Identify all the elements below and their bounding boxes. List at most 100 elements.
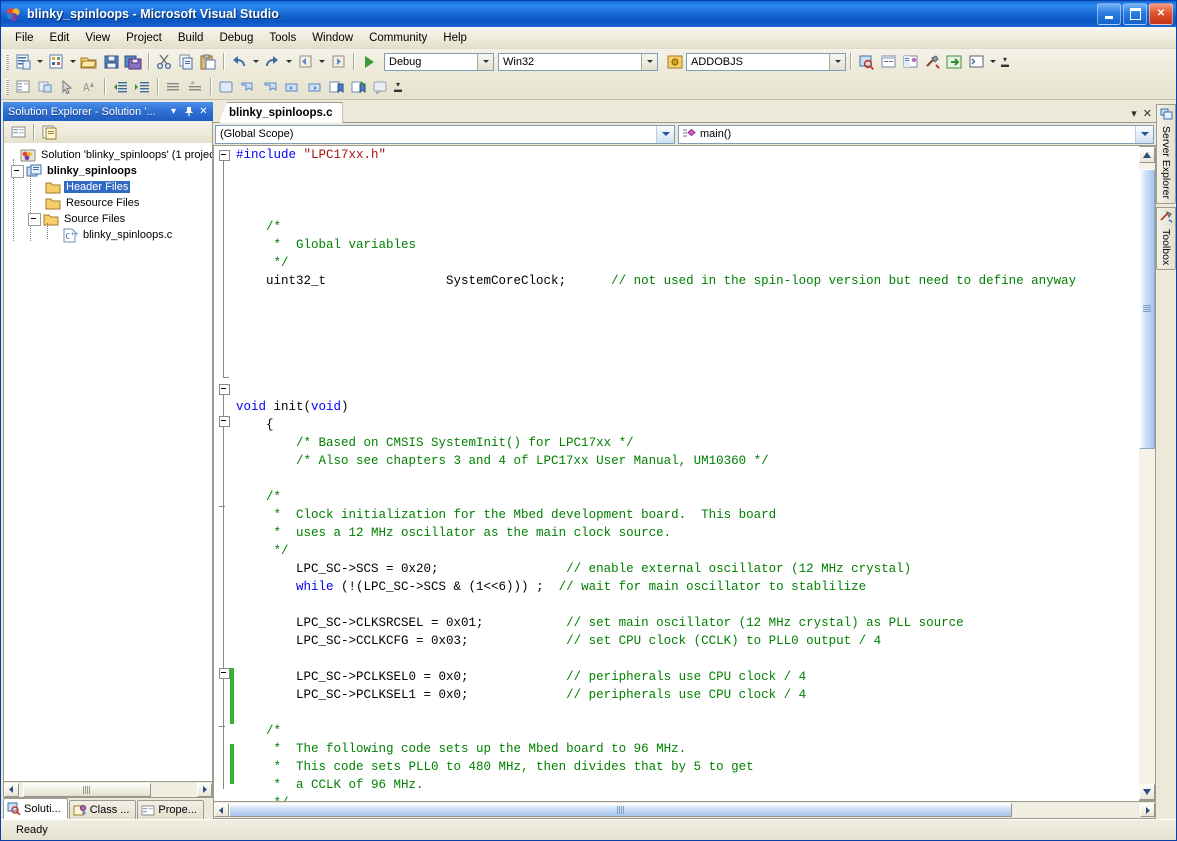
tab-class-view[interactable]: Class ... (69, 800, 137, 819)
scroll-right-button[interactable] (197, 783, 212, 797)
chevron-down-icon[interactable] (477, 54, 493, 70)
maximize-button[interactable] (1123, 3, 1147, 25)
add-new-item-icon[interactable] (45, 51, 67, 72)
solution-platform-combo[interactable]: Win32 (498, 53, 658, 71)
toolbar-grip[interactable] (5, 54, 9, 70)
menu-item-debug[interactable]: Debug (211, 29, 261, 47)
solution-explorer-button-icon[interactable] (855, 51, 877, 72)
menu-item-view[interactable]: View (77, 29, 118, 47)
copy-icon[interactable] (175, 51, 197, 72)
vertical-tab-server-explorer[interactable]: Server Explorer (1156, 104, 1176, 204)
scroll-left-button[interactable] (4, 783, 19, 797)
scope-combo[interactable]: (Global Scope) (215, 125, 675, 144)
vertical-tab-toolbox[interactable]: Toolbox (1156, 207, 1176, 270)
add-bookmark-icon[interactable] (325, 76, 347, 97)
tree-item-project[interactable]: blinky_spinloops (7, 163, 212, 179)
tree-item-solution[interactable]: Solution 'blinky_spinloops' (1 project (7, 147, 212, 163)
add-new-item-dropdown-icon[interactable] (67, 51, 78, 72)
display-all-members-icon[interactable]: A (78, 76, 100, 97)
tools-options-icon[interactable] (921, 51, 943, 72)
menu-item-help[interactable]: Help (435, 29, 475, 47)
command-window-dropdown-icon[interactable] (987, 51, 998, 72)
navigate-backward-dropdown-icon[interactable] (316, 51, 327, 72)
show-all-files-button-icon[interactable] (38, 122, 60, 143)
menu-item-window[interactable]: Window (304, 29, 361, 47)
navigate-forward-icon[interactable] (327, 51, 349, 72)
menu-item-file[interactable]: File (7, 29, 42, 47)
scroll-left-button[interactable] (214, 803, 229, 817)
solution-tree-hscrollbar[interactable] (3, 782, 213, 798)
minimize-button[interactable] (1097, 3, 1121, 25)
outline-collapse-box[interactable] (219, 384, 230, 395)
document-tab-blinky-spinloops-c[interactable]: blinky_spinloops.c (219, 102, 343, 123)
increase-indent-icon[interactable] (131, 76, 153, 97)
scroll-right-button[interactable] (1140, 803, 1155, 817)
menu-item-build[interactable]: Build (170, 29, 212, 47)
hscroll-thumb[interactable] (229, 803, 1012, 817)
pin-icon[interactable] (181, 104, 196, 119)
vscroll-thumb[interactable] (1139, 169, 1155, 448)
redo-icon[interactable] (261, 51, 283, 72)
next-bookmark-folder-icon[interactable] (303, 76, 325, 97)
outline-collapse-box[interactable] (219, 668, 230, 679)
collapse-icon[interactable] (11, 165, 24, 178)
hscroll-track[interactable] (19, 783, 197, 797)
outline-collapse-box[interactable] (219, 416, 230, 427)
close-icon[interactable]: ✕ (196, 104, 211, 119)
close-document-icon[interactable]: ✕ (1143, 109, 1152, 120)
decrease-indent-icon[interactable] (109, 76, 131, 97)
open-file-icon[interactable] (78, 51, 100, 72)
undo-icon[interactable] (228, 51, 250, 72)
tab-properties[interactable]: Prope... (137, 800, 204, 819)
outlining-margin[interactable] (214, 146, 236, 801)
chevron-down-icon[interactable]: ▾ (166, 104, 181, 119)
hscroll-track[interactable] (229, 803, 1140, 817)
previous-bookmark-folder-icon[interactable] (281, 76, 303, 97)
tree-item-source-file[interactable]: C++ blinky_spinloops.c (7, 227, 212, 243)
uncomment-selection-icon[interactable] (184, 76, 206, 97)
properties-button-icon[interactable] (7, 122, 29, 143)
object-browser-icon[interactable] (899, 51, 921, 72)
toolbar-grip[interactable] (5, 79, 9, 95)
find-target-icon[interactable] (664, 51, 686, 72)
collapse-icon[interactable] (28, 213, 41, 226)
toolbar-overflow-icon[interactable]: ▾▬ (393, 82, 403, 92)
toolbar-overflow-icon[interactable]: ▾▬ (1000, 57, 1010, 67)
menu-item-community[interactable]: Community (361, 29, 435, 47)
find-target-combo[interactable]: ADDOBJS (686, 53, 846, 71)
tree-item-source-files[interactable]: Source Files (7, 211, 212, 227)
remove-bookmark-icon[interactable] (347, 76, 369, 97)
properties-window-icon[interactable] (877, 51, 899, 72)
previous-bookmark-icon[interactable] (237, 76, 259, 97)
save-icon[interactable] (100, 51, 122, 72)
next-bookmark-icon[interactable] (259, 76, 281, 97)
hscroll-thumb[interactable] (23, 783, 151, 797)
scroll-up-button[interactable] (1139, 147, 1155, 163)
start-debugging-icon[interactable] (358, 51, 380, 72)
properties-button-icon[interactable] (12, 76, 34, 97)
command-window-icon[interactable] (965, 51, 987, 72)
member-combo[interactable]: main() (678, 125, 1154, 144)
new-item-icon[interactable] (12, 51, 34, 72)
chevron-down-icon[interactable] (656, 126, 674, 143)
redo-dropdown-icon[interactable] (283, 51, 294, 72)
toggle-bookmark-icon[interactable] (215, 76, 237, 97)
scroll-down-button[interactable] (1139, 784, 1155, 800)
save-all-icon[interactable] (122, 51, 144, 72)
menu-item-edit[interactable]: Edit (42, 29, 78, 47)
menu-item-tools[interactable]: Tools (261, 29, 304, 47)
bookmark-window-icon[interactable] (369, 76, 391, 97)
comment-selection-icon[interactable] (162, 76, 184, 97)
solution-configuration-combo[interactable]: Debug (384, 53, 494, 71)
chevron-down-icon[interactable] (641, 54, 657, 70)
menu-item-project[interactable]: Project (118, 29, 170, 47)
tree-item-header-files[interactable]: Header Files (7, 179, 212, 195)
cut-icon[interactable] (153, 51, 175, 72)
editor-hscrollbar[interactable] (213, 802, 1156, 819)
solution-tree[interactable]: Solution 'blinky_spinloops' (1 project b… (3, 143, 213, 782)
chevron-down-icon[interactable] (1135, 126, 1153, 143)
tree-item-resource-files[interactable]: Resource Files (7, 195, 212, 211)
active-files-dropdown-icon[interactable]: ▾ (1131, 109, 1137, 120)
navigate-backward-icon[interactable] (294, 51, 316, 72)
pointer-icon[interactable] (56, 76, 78, 97)
